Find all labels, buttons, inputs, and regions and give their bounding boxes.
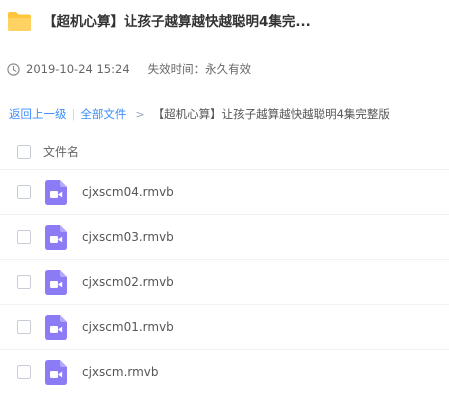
- breadcrumb-current: 【超机心算】让孩子越算越快越聪明4集完整版: [152, 107, 390, 121]
- column-header-filename: 文件名: [43, 145, 80, 159]
- row-checkbox[interactable]: [17, 185, 31, 199]
- share-title: 【超机心算】让孩子越算越快越聪明4集完...: [43, 14, 311, 30]
- file-table-header: 文件名: [0, 135, 449, 169]
- file-name[interactable]: cjxscm.rmvb: [82, 363, 159, 381]
- expiry-text: 失效时间：永久有效: [147, 62, 252, 76]
- breadcrumb-separator: |: [71, 107, 76, 121]
- row-checkbox[interactable]: [17, 275, 31, 289]
- breadcrumb-arrow-icon: >: [135, 107, 145, 121]
- row-checkbox[interactable]: [17, 230, 31, 244]
- share-date: 2019-10-24 15:24: [26, 62, 130, 76]
- select-all-checkbox[interactable]: [17, 145, 31, 159]
- video-file-icon: [45, 225, 67, 250]
- video-file-icon: [45, 180, 67, 205]
- share-header: 【超机心算】让孩子越算越快越聪明4集完... 2019-10-24 15:24 …: [0, 0, 449, 92]
- file-name[interactable]: cjxscm01.rmvb: [82, 318, 174, 336]
- share-page: 【超机心算】让孩子越算越快越聪明4集完... 2019-10-24 15:24 …: [0, 0, 449, 394]
- file-name[interactable]: cjxscm02.rmvb: [82, 273, 174, 291]
- row-checkbox[interactable]: [17, 365, 31, 379]
- clock-icon: [7, 62, 20, 76]
- video-file-icon: [45, 315, 67, 340]
- file-row[interactable]: cjxscm.rmvb: [0, 349, 449, 393]
- file-row[interactable]: cjxscm01.rmvb: [0, 304, 449, 348]
- file-row[interactable]: cjxscm04.rmvb: [0, 169, 449, 213]
- back-link[interactable]: 返回上一级: [9, 106, 67, 122]
- file-row[interactable]: cjxscm02.rmvb: [0, 259, 449, 303]
- share-meta: 2019-10-24 15:24 失效时间：永久有效: [7, 60, 251, 78]
- file-name[interactable]: cjxscm03.rmvb: [82, 228, 174, 246]
- all-files-link[interactable]: 全部文件: [80, 106, 126, 122]
- file-name[interactable]: cjxscm04.rmvb: [82, 183, 174, 201]
- row-checkbox[interactable]: [17, 320, 31, 334]
- folder-icon: [8, 12, 31, 31]
- video-file-icon: [45, 360, 67, 385]
- file-row[interactable]: cjxscm03.rmvb: [0, 214, 449, 258]
- breadcrumb: 返回上一级 | 全部文件 > 【超机心算】让孩子越算越快越聪明4集完整版: [9, 105, 390, 123]
- video-file-icon: [45, 270, 67, 295]
